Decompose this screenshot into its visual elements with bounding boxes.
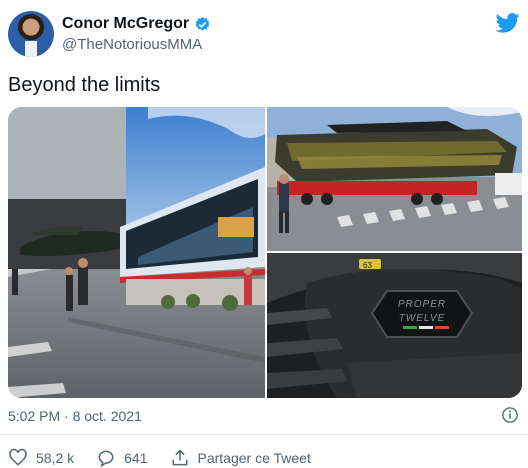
share-icon — [172, 449, 187, 466]
info-icon[interactable] — [501, 406, 519, 424]
divider — [0, 434, 528, 435]
media-grid: 63 PROPER TWELVE — [8, 107, 522, 398]
reply-count: 641 — [124, 450, 148, 466]
avatar[interactable] — [8, 11, 54, 57]
badge-line-2: TWELVE — [399, 313, 446, 324]
reply-bubble-icon — [98, 450, 114, 468]
like-button[interactable]: 58,2 k — [8, 448, 74, 468]
tweet-text: Beyond the limits — [8, 74, 161, 96]
reply-button[interactable]: 641 — [96, 448, 148, 468]
photo-dashboard-badge-graphic: 63 PROPER TWELVE — [267, 253, 522, 398]
author-name-row: Conor McGregor — [62, 14, 211, 34]
author-display-name[interactable]: Conor McGregor — [62, 15, 189, 33]
author-handle[interactable]: @TheNotoriousMMA — [62, 36, 202, 53]
twitter-bird-icon[interactable] — [496, 13, 520, 33]
share-button[interactable]: Partager ce Tweet — [170, 448, 311, 468]
verified-badge-icon — [195, 16, 210, 31]
hull-number-label: 63 — [363, 261, 372, 270]
action-bar: 58,2 k 641 Partager ce Tweet — [8, 448, 333, 468]
photo-boat-trailer-graphic — [267, 107, 522, 251]
heart-icon — [9, 448, 27, 466]
like-count: 58,2 k — [36, 450, 75, 466]
photo-boat-hangar[interactable] — [8, 107, 265, 398]
photo-dashboard-badge[interactable]: 63 PROPER TWELVE — [267, 253, 522, 398]
photo-boat-hangar-graphic — [8, 107, 265, 398]
share-label: Partager ce Tweet — [197, 450, 311, 466]
tweet-timestamp[interactable]: 5:02 PM · 8 oct. 2021 — [8, 408, 142, 424]
badge-line-1: PROPER — [398, 299, 446, 310]
photo-boat-trailer[interactable] — [267, 107, 522, 251]
